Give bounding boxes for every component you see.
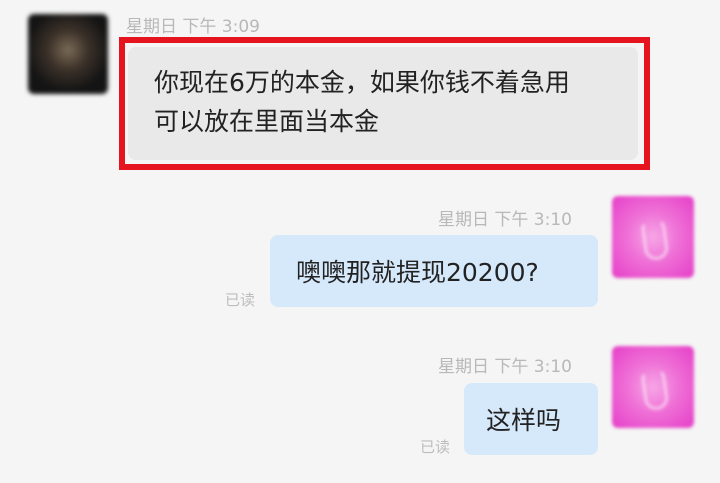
user-avatar[interactable] <box>612 346 694 428</box>
red-highlight-box <box>119 37 650 170</box>
message-timestamp: 星期日 下午 3:10 <box>438 357 572 377</box>
avatar-glyph-icon <box>640 218 670 262</box>
message-text: 这样吗 <box>486 406 562 435</box>
read-receipt: 已读 <box>225 291 256 309</box>
read-receipt: 已读 <box>420 438 451 456</box>
outgoing-message-bubble[interactable]: 噢噢那就提现20200? <box>270 235 598 307</box>
user-avatar[interactable] <box>612 196 694 278</box>
outgoing-message-bubble[interactable]: 这样吗 <box>464 383 598 455</box>
contact-avatar[interactable] <box>28 14 108 94</box>
message-text: 噢噢那就提现20200? <box>296 258 539 287</box>
message-timestamp: 星期日 下午 3:10 <box>438 210 572 230</box>
message-timestamp: 星期日 下午 3:09 <box>126 17 260 37</box>
avatar-glyph-icon <box>640 368 670 412</box>
